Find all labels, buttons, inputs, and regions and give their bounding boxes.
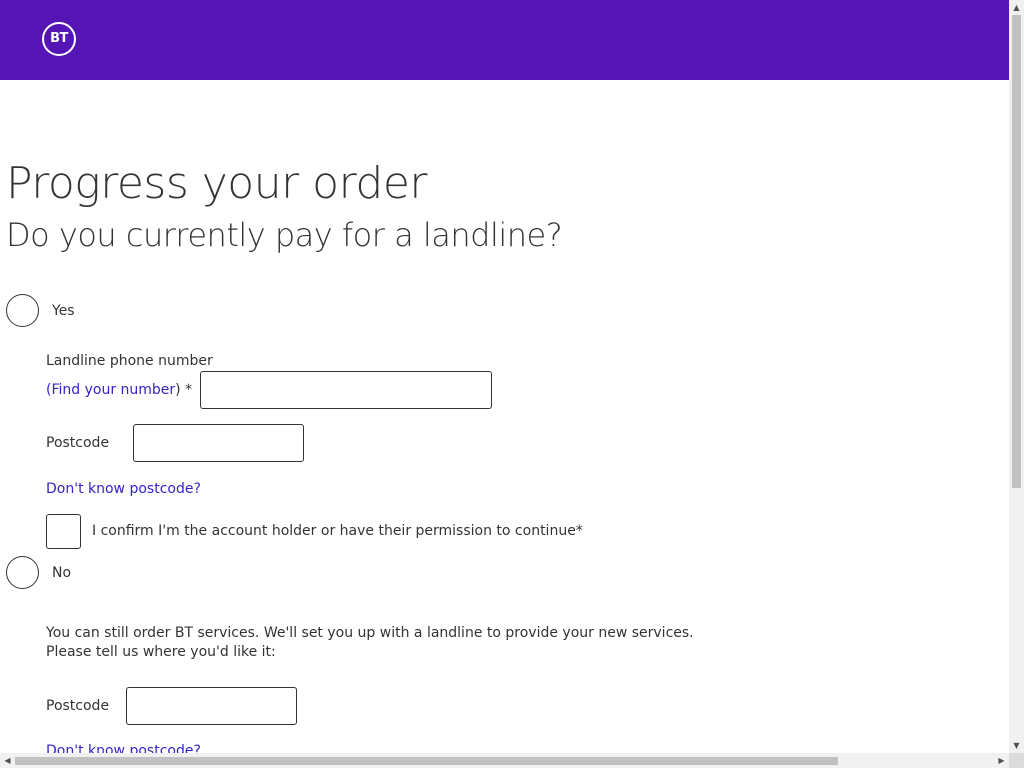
postcode-label-no: Postcode <box>46 698 110 714</box>
account-holder-checkbox[interactable] <box>46 514 81 549</box>
vertical-scroll-thumb[interactable] <box>1012 15 1021 488</box>
horizontal-scroll-thumb[interactable] <box>15 757 838 765</box>
bt-logo[interactable]: BT <box>42 22 76 56</box>
postcode-label-yes: Postcode <box>46 435 110 451</box>
landline-number-input[interactable] <box>200 371 492 409</box>
horizontal-scrollbar[interactable]: ◀ ▶ <box>0 753 1009 768</box>
dont-know-postcode-link-no[interactable]: Don't know postcode? <box>46 743 201 753</box>
scroll-down-arrow-icon[interactable]: ▼ <box>1009 738 1024 753</box>
find-your-number-link[interactable]: Find your number <box>51 382 175 398</box>
landline-question: Do you currently pay for a landline? <box>6 216 563 254</box>
vertical-scrollbar[interactable]: ▲ ▼ <box>1009 0 1024 753</box>
find-number-row: (Find your number) * <box>46 382 192 398</box>
page-title: Progress your order <box>6 158 427 209</box>
scroll-up-arrow-icon[interactable]: ▲ <box>1009 0 1024 15</box>
scroll-right-arrow-icon[interactable]: ▶ <box>994 753 1009 768</box>
radio-no-label[interactable]: No <box>52 565 71 581</box>
postcode-input-yes[interactable] <box>133 424 304 462</box>
dont-know-postcode-link-yes[interactable]: Don't know postcode? <box>46 481 201 497</box>
site-header: BT <box>0 0 1009 80</box>
no-landline-info: You can still order BT services. We'll s… <box>46 625 694 660</box>
landline-number-label: Landline phone number <box>46 353 213 369</box>
radio-yes-label[interactable]: Yes <box>52 303 75 319</box>
scroll-left-arrow-icon[interactable]: ◀ <box>0 753 15 768</box>
postcode-input-no[interactable] <box>126 687 297 725</box>
page-viewport: BT Progress your order Do you currently … <box>0 0 1009 753</box>
radio-yes[interactable] <box>6 294 39 327</box>
scrollbar-corner <box>1009 753 1024 768</box>
find-number-required: ) * <box>175 382 193 398</box>
radio-no[interactable] <box>6 556 39 589</box>
account-holder-confirm-label[interactable]: I confirm I'm the account holder or have… <box>92 523 583 539</box>
